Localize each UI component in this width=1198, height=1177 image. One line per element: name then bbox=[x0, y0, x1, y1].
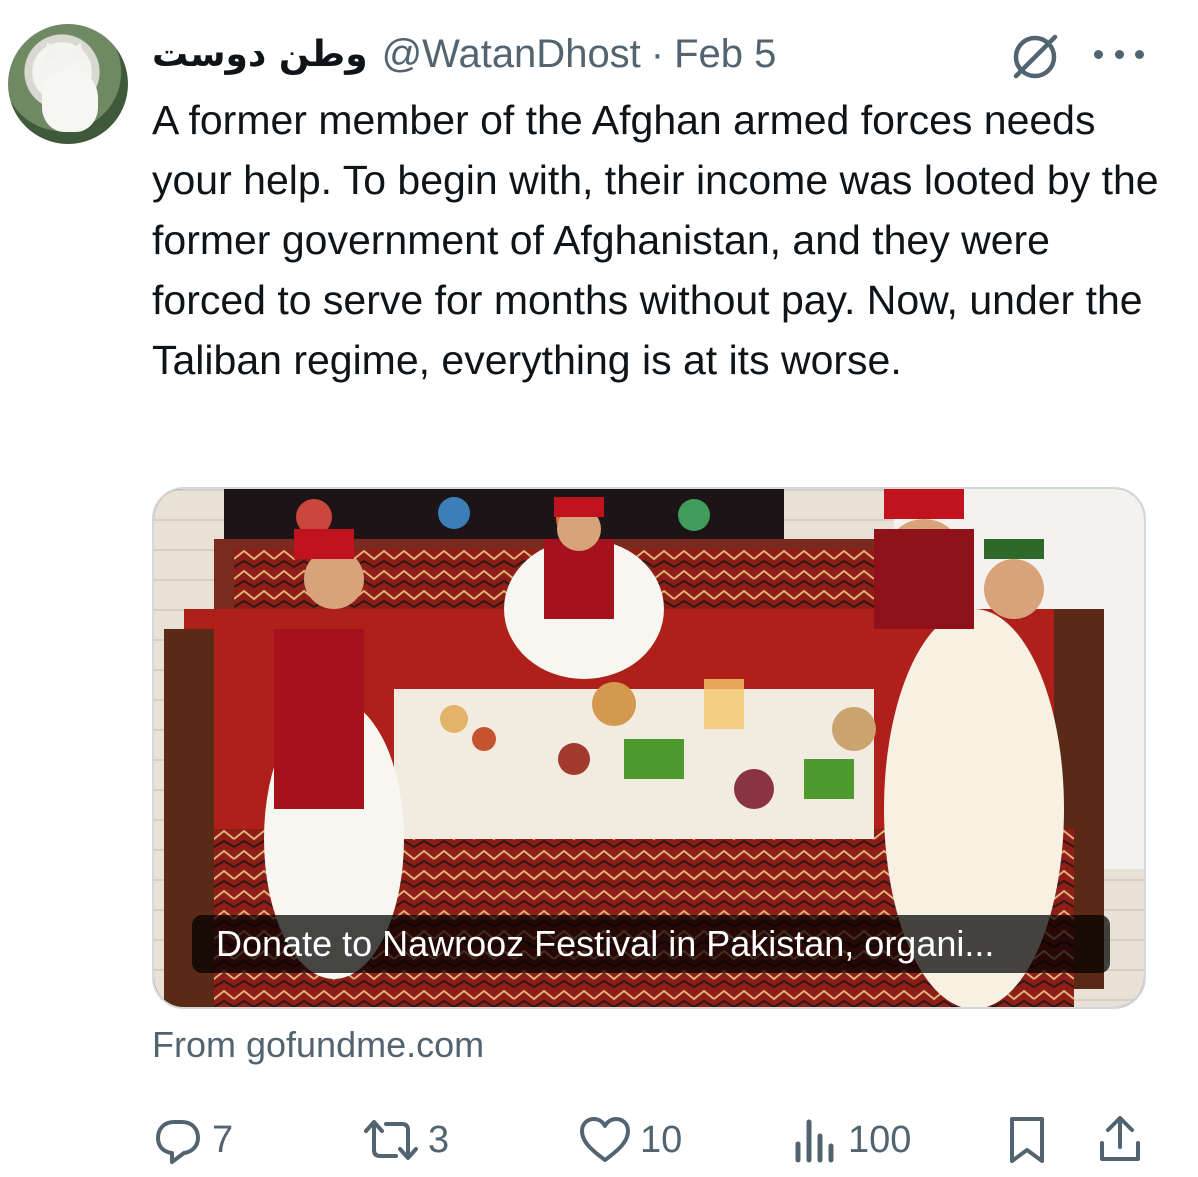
views-button[interactable]: 100 bbox=[790, 1110, 911, 1170]
avatar-cat bbox=[42, 70, 98, 132]
tweet-date[interactable]: Feb 5 bbox=[674, 32, 776, 77]
avatar-cat-ear bbox=[38, 39, 62, 63]
repost-button[interactable]: 3 bbox=[362, 1110, 449, 1170]
repost-icon bbox=[362, 1114, 420, 1166]
avatar[interactable] bbox=[8, 24, 128, 144]
bookmark-icon bbox=[1004, 1113, 1050, 1167]
grok-icon[interactable] bbox=[1008, 30, 1062, 84]
views-count: 100 bbox=[848, 1118, 912, 1161]
header-separator: · bbox=[650, 31, 665, 76]
share-button[interactable] bbox=[1096, 1110, 1144, 1170]
bookmark-button[interactable] bbox=[1004, 1110, 1050, 1170]
action-bar: 7 3 10 100 bbox=[0, 1110, 1198, 1170]
more-icon[interactable] bbox=[1094, 44, 1144, 64]
link-card[interactable]: Donate to Nawrooz Festival in Pakistan, … bbox=[152, 487, 1146, 1009]
like-count: 10 bbox=[640, 1118, 683, 1161]
author-display-name[interactable]: وطن دوست bbox=[152, 34, 368, 75]
reply-icon bbox=[152, 1114, 204, 1166]
share-icon bbox=[1096, 1113, 1144, 1167]
tweet: وطن دوست @WatanDhost · Feb 5 A former me… bbox=[0, 0, 1198, 1177]
repost-count: 3 bbox=[428, 1118, 450, 1161]
avatar-cat-ear bbox=[66, 39, 90, 63]
card-title: Donate to Nawrooz Festival in Pakistan, … bbox=[192, 915, 1110, 973]
tweet-text: A former member of the Afghan armed forc… bbox=[152, 97, 1159, 383]
tweet-header: وطن دوست @WatanDhost · Feb 5 bbox=[152, 28, 776, 80]
reply-count: 7 bbox=[212, 1118, 234, 1161]
reply-button[interactable]: 7 bbox=[152, 1110, 233, 1170]
author-handle[interactable]: @WatanDhost bbox=[382, 32, 641, 77]
heart-icon bbox=[578, 1114, 632, 1166]
views-icon bbox=[790, 1114, 840, 1166]
like-button[interactable]: 10 bbox=[578, 1110, 682, 1170]
card-source[interactable]: From gofundme.com bbox=[152, 1024, 484, 1066]
